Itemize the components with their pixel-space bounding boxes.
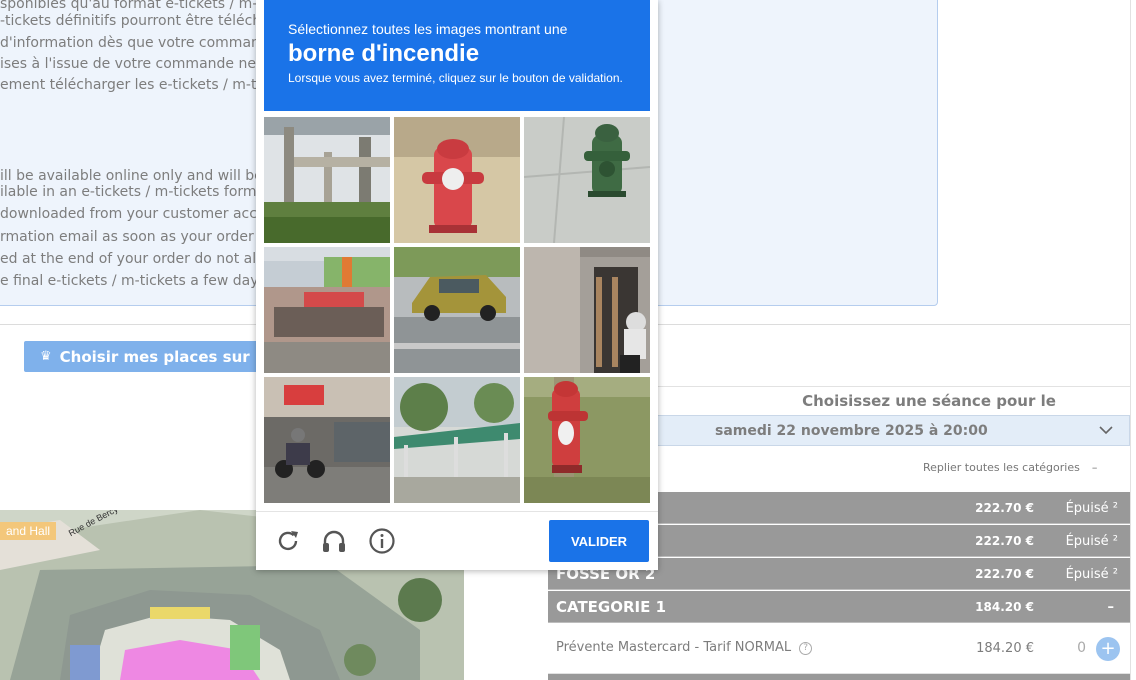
category-row (548, 674, 1130, 680)
category-price: 222.70 € (975, 501, 1034, 515)
panel-border (1130, 0, 1131, 680)
category-status: Épuisé ² (1065, 567, 1118, 582)
info-line: sponibles qu'au format e-tickets / m-tic… (0, 0, 283, 12)
captcha-tile-2[interactable] (394, 117, 520, 243)
info-line: e final e-tickets / m-tickets a few days… (0, 273, 288, 289)
tarif-name: Prévente Mastercard - Tarif NORMAL? (556, 640, 813, 655)
armchair-icon: ♛ (40, 349, 52, 364)
choose-seats-label: Choisir mes places sur le p (59, 347, 264, 366)
captcha-hint: Lorsque vous avez terminé, cliquez sur l… (288, 71, 623, 85)
info-line: ement télécharger les e-tickets / m-tick… (0, 77, 290, 93)
reload-icon[interactable] (274, 527, 302, 555)
info-line: downloaded from your customer accoun (0, 206, 284, 222)
info-line: d'information dès que votre commande p (0, 35, 291, 51)
chevron-down-icon (1099, 416, 1113, 457)
captcha-tile-3[interactable] (524, 117, 650, 243)
info-line: ises à l'issue de votre commande ne per (0, 56, 284, 72)
category-price: 222.70 € (975, 534, 1034, 548)
info-icon[interactable] (368, 527, 396, 555)
seance-selected-value: samedi 22 novembre 2025 à 20:00 (715, 423, 988, 439)
captcha-dialog: Sélectionnez toutes les images montrant … (256, 0, 658, 570)
help-icon[interactable]: ? (799, 642, 813, 655)
choose-seats-button[interactable]: ♛ Choisir mes places sur le p (24, 341, 264, 372)
captcha-tile-9[interactable] (524, 377, 650, 503)
captcha-footer-divider (256, 511, 658, 512)
add-ticket-button[interactable]: + (1096, 637, 1120, 661)
captcha-tile-7[interactable] (264, 377, 390, 503)
page: sponibles qu'au format e-tickets / m-tic… (0, 0, 1136, 680)
info-line: ill be available online only and will be… (0, 168, 284, 184)
info-line: -tickets définitifs pourront être téléch… (0, 13, 285, 29)
hall-label: and Hall (0, 522, 57, 540)
category-status: Épuisé ² (1065, 534, 1118, 549)
category-status: Épuisé ² (1065, 501, 1118, 516)
verify-button[interactable]: VALIDER (549, 520, 649, 562)
info-line: rmation email as soon as your order car (0, 229, 281, 245)
category-name: CATEGORIE 1 (556, 598, 667, 616)
collapse-toggle[interactable]: – (1108, 600, 1115, 615)
captcha-tile-5[interactable] (394, 247, 520, 373)
captcha-target-label: borne d'incendie (288, 40, 480, 67)
captcha-tile-8[interactable] (394, 377, 520, 503)
category-price: 184.20 € (975, 600, 1034, 614)
category-price: 222.70 € (975, 567, 1034, 581)
captcha-tile-4[interactable] (264, 247, 390, 373)
tarif-quantity: 0 (1077, 640, 1086, 656)
headphones-icon[interactable] (320, 527, 348, 555)
tarif-row: Prévente Mastercard - Tarif NORMAL? 184.… (548, 624, 1130, 674)
minus-icon: – (1091, 461, 1098, 474)
tarif-price: 184.20 € (976, 641, 1034, 656)
category-row[interactable]: CATEGORIE 1 184.20 € – (548, 591, 1130, 623)
captcha-tile-1[interactable] (264, 117, 390, 243)
info-line: ilable in an e-tickets / m-tickets forma… (0, 184, 281, 200)
captcha-instruction: Sélectionnez toutes les images montrant … (288, 21, 568, 37)
captcha-header: Sélectionnez toutes les images montrant … (264, 0, 650, 111)
captcha-tile-6[interactable] (524, 247, 650, 373)
info-line: ed at the end of your order do not allow (0, 251, 281, 267)
collapse-all-categories[interactable]: Replier toutes les catégories – (923, 461, 1097, 474)
